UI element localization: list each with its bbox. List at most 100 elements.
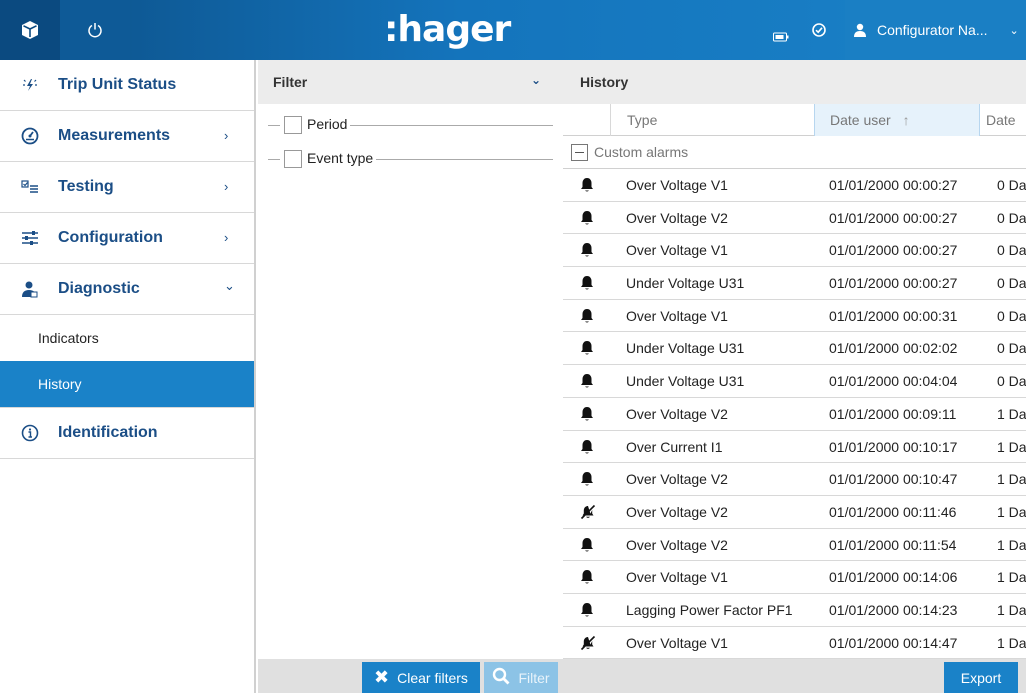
chevron-right-icon: ›: [224, 230, 229, 245]
user-icon: [854, 23, 866, 37]
bell-icon: [580, 177, 594, 193]
row-date: 0 Da: [997, 177, 1026, 193]
power-button[interactable]: [60, 0, 130, 60]
group-row-custom-alarms[interactable]: Custom alarms: [563, 136, 1026, 169]
bell-icon: [580, 242, 594, 258]
filter-button[interactable]: Filter: [484, 662, 558, 693]
table-row[interactable]: Over Voltage V1 01/01/2000 00:00:27 0 Da: [563, 234, 1026, 268]
battery-icon: [773, 29, 789, 45]
row-date-user: 01/01/2000 00:11:54: [829, 536, 957, 553]
chevron-down-icon: ⌄: [224, 278, 235, 293]
row-date: 0 Da: [997, 275, 1026, 292]
row-date-user: 01/01/2000 00:09:11: [829, 405, 957, 422]
row-date: 0 Da: [997, 242, 1026, 259]
chevron-down-icon[interactable]: ⌄: [531, 73, 541, 87]
check-circle-icon[interactable]: [812, 23, 826, 40]
row-type: Over Voltage V1: [626, 569, 728, 586]
top-bar: :hager Configurator Na... ⌄: [0, 0, 1026, 60]
table-row[interactable]: Under Voltage U31 01/01/2000 00:02:02 0 Da: [563, 332, 1026, 366]
row-date-user: 01/01/2000 00:00:27: [829, 209, 958, 226]
table-row[interactable]: Over Voltage V1 01/01/2000 00:14:47 1 Da: [563, 627, 1026, 660]
user-menu[interactable]: Configurator Na... ⌄: [845, 0, 1026, 60]
row-type: Lagging Power Factor PF1: [626, 601, 793, 618]
event-type-checkbox[interactable]: [284, 150, 302, 168]
table-row[interactable]: Over Voltage V1 01/01/2000 00:00:31 0 Da: [563, 300, 1026, 333]
table-row[interactable]: Over Voltage V2 01/01/2000 00:10:47 1 Da: [563, 463, 1026, 496]
row-date: 0 Da: [997, 340, 1026, 357]
sidebar-subitem-indicators[interactable]: Indicators: [0, 315, 254, 361]
row-type: Over Voltage V2: [626, 536, 728, 553]
period-checkbox[interactable]: [284, 116, 302, 134]
divider: [350, 125, 553, 126]
bell-icon: [580, 275, 594, 291]
row-date: 0 Da: [997, 307, 1026, 324]
collapse-icon[interactable]: [571, 144, 588, 161]
bell-off-icon: [580, 635, 596, 651]
history-title: History: [563, 60, 1026, 104]
row-type: Over Voltage V1: [626, 177, 728, 193]
row-date-user: 01/01/2000 00:10:47: [829, 471, 958, 488]
sidebar: Trip Unit Status Measurements › Testing …: [0, 60, 256, 693]
clear-filters-button[interactable]: ✖ Clear filters: [362, 662, 480, 693]
column-header-date[interactable]: Date: [980, 104, 1026, 136]
filter-button-label: Filter: [518, 669, 550, 686]
row-type: Under Voltage U31: [626, 275, 745, 292]
row-type: Over Voltage V1: [626, 634, 728, 651]
row-date: 0 Da: [997, 373, 1026, 390]
row-type: Over Current I1: [626, 438, 723, 455]
checklist-icon: [20, 177, 40, 197]
export-button[interactable]: Export: [944, 662, 1018, 693]
sidebar-item-label: Measurements: [58, 127, 171, 144]
bell-icon: [580, 439, 594, 455]
row-date-user: 01/01/2000 00:04:04: [829, 373, 958, 390]
table-row[interactable]: Over Voltage V2 01/01/2000 00:09:11 1 Da: [563, 398, 1026, 431]
table-row[interactable]: Over Current I1 01/01/2000 00:10:17 1 Da: [563, 431, 1026, 464]
sidebar-item-identification[interactable]: Identification: [0, 408, 254, 459]
close-icon: ✖: [374, 667, 390, 687]
row-type: Under Voltage U31: [626, 340, 745, 357]
filter-option-period: Period: [258, 104, 563, 138]
row-type: Over Voltage V1: [626, 307, 728, 324]
sidebar-item-label: Trip Unit Status: [58, 76, 177, 93]
row-type: Over Voltage V2: [626, 503, 728, 520]
column-header-date-user[interactable]: Date user ↑: [814, 104, 980, 136]
row-date-user: 01/01/2000 00:14:23: [829, 601, 958, 618]
row-date-user: 01/01/2000 00:00:27: [829, 177, 958, 193]
filter-panel: Filter ⌄ Period Event type ✖ Clear filte…: [258, 60, 563, 693]
cube-icon: [22, 21, 38, 39]
table-row[interactable]: Under Voltage U31 01/01/2000 00:04:04 0 Da: [563, 365, 1026, 398]
row-date: 1 Da: [997, 601, 1026, 618]
row-date: 1 Da: [997, 536, 1026, 553]
bell-off-icon: [580, 504, 596, 520]
table-row[interactable]: Over Voltage V2 01/01/2000 00:00:27 0 Da: [563, 202, 1026, 235]
filter-header[interactable]: Filter ⌄: [258, 60, 563, 104]
table-row[interactable]: Over Voltage V2 01/01/2000 00:11:46 1 Da: [563, 496, 1026, 529]
sidebar-item-label: Configuration: [58, 229, 163, 246]
sidebar-item-configuration[interactable]: Configuration ›: [0, 213, 254, 264]
sidebar-subitem-history[interactable]: History: [0, 361, 254, 407]
sidebar-item-measurements[interactable]: Measurements ›: [0, 111, 254, 162]
bell-icon: [580, 373, 594, 389]
sidebar-item-diagnostic[interactable]: Diagnostic ⌄: [0, 264, 254, 315]
filter-title: Filter: [273, 74, 308, 90]
table-row[interactable]: Over Voltage V2 01/01/2000 00:11:54 1 Da: [563, 529, 1026, 562]
row-date-user: 01/01/2000 00:02:02: [829, 340, 958, 357]
device-button[interactable]: [0, 0, 60, 60]
row-date: 1 Da: [997, 569, 1026, 586]
hager-logo: :hager: [384, 9, 511, 50]
sidebar-item-trip-unit-status[interactable]: Trip Unit Status: [0, 60, 254, 111]
bell-icon: [580, 210, 594, 226]
user-name: Configurator Na...: [877, 22, 988, 38]
column-header-type[interactable]: Type: [610, 104, 814, 136]
sliders-icon: [20, 228, 40, 248]
divider: [268, 125, 280, 126]
sidebar-item-testing[interactable]: Testing ›: [0, 162, 254, 213]
table-row[interactable]: Under Voltage U31 01/01/2000 00:00:27 0 Da: [563, 267, 1026, 300]
info-icon: [20, 423, 40, 443]
bell-icon: [580, 471, 594, 487]
gauge-icon: [20, 126, 40, 146]
table-row[interactable]: Lagging Power Factor PF1 01/01/2000 00:14…: [563, 594, 1026, 627]
row-date: 1 Da: [997, 634, 1026, 651]
table-row[interactable]: Over Voltage V1 01/01/2000 00:00:27 0 Da: [563, 169, 1026, 202]
table-row[interactable]: Over Voltage V1 01/01/2000 00:14:06 1 Da: [563, 561, 1026, 594]
